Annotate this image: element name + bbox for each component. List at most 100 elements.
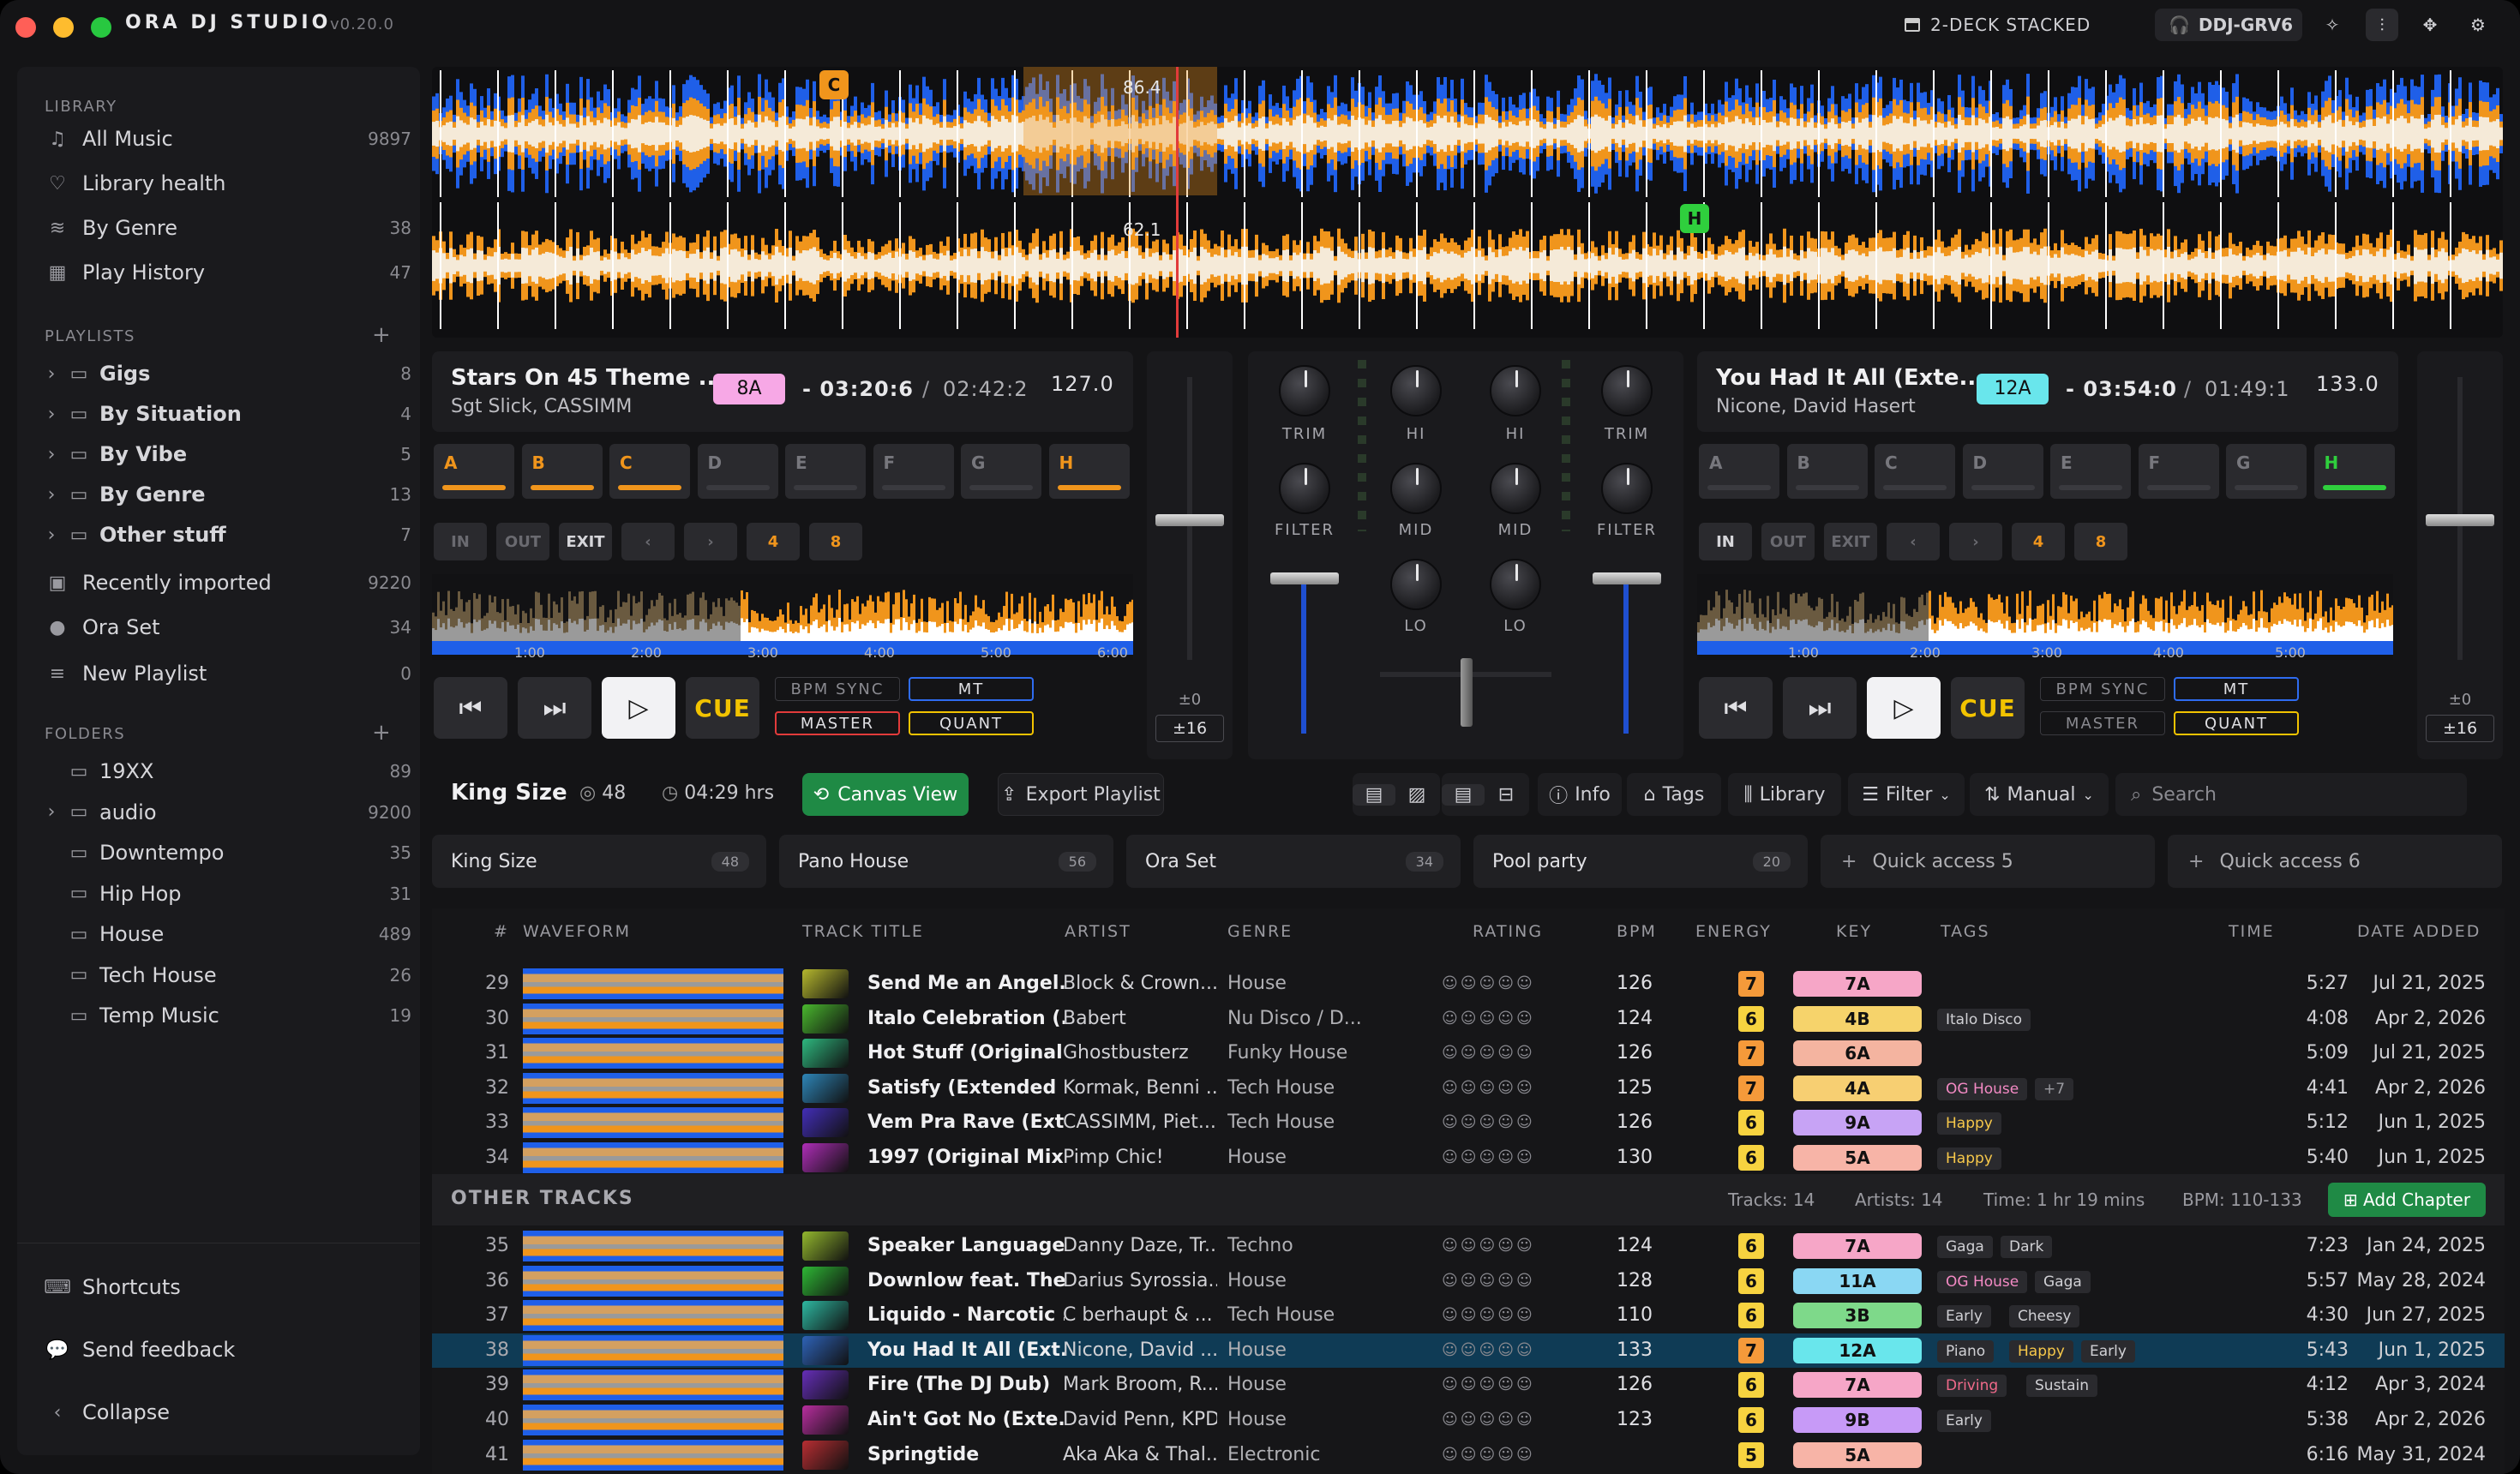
hotcue-c-button[interactable]: C bbox=[609, 444, 690, 499]
layout-selector[interactable]: 2-DECK STACKED bbox=[1894, 9, 2100, 41]
skip-forward-button[interactable]: ⏭ bbox=[1783, 677, 1857, 739]
deck-b-hi-knob[interactable] bbox=[1490, 365, 1541, 416]
chevron-right-icon[interactable]: › bbox=[43, 363, 60, 385]
crossfader[interactable] bbox=[1461, 658, 1473, 727]
waveform-canvas[interactable] bbox=[432, 67, 2503, 338]
hotcue-a-button[interactable]: A bbox=[1699, 444, 1779, 499]
hotcue-e-button[interactable]: E bbox=[785, 444, 866, 499]
hotcue-b-button[interactable]: B bbox=[1786, 444, 1868, 499]
folder-item[interactable]: ▭ 19XX 89 bbox=[43, 752, 411, 790]
loop-exit-button[interactable]: EXIT bbox=[559, 523, 612, 560]
loop-next-button[interactable]: › bbox=[1949, 523, 2002, 560]
controller-button[interactable]: 🎧 DDJ-GRV6 bbox=[2155, 9, 2302, 41]
sidebar-item-library-health[interactable]: ♡ Library health bbox=[43, 165, 411, 202]
sidebar-item-new-playlist[interactable]: ≡ New Playlist 0 bbox=[43, 655, 411, 692]
send-feedback-button[interactable]: 💬 Send feedback bbox=[43, 1331, 411, 1369]
hotcue-marker-h[interactable]: H bbox=[1680, 204, 1709, 233]
hotcue-b-button[interactable]: B bbox=[521, 444, 603, 499]
loop-prev-button[interactable]: ‹ bbox=[1887, 523, 1940, 560]
hotcue-g-button[interactable]: G bbox=[2226, 444, 2307, 499]
cue-button[interactable]: CUE bbox=[1951, 677, 2025, 739]
sparkle-icon[interactable]: ✧ bbox=[2316, 9, 2349, 41]
zoom-window-button[interactable] bbox=[91, 17, 111, 38]
folder-item[interactable]: ▭ Temp Music 19 bbox=[43, 997, 411, 1034]
folder-item[interactable]: ▭ House 489 bbox=[43, 915, 411, 953]
folder-item[interactable]: ▭ Downtempo 35 bbox=[43, 834, 411, 872]
skip-forward-button[interactable]: ⏭ bbox=[518, 677, 591, 739]
deck-a-pitch-range-button[interactable]: ±16 bbox=[1155, 715, 1224, 742]
deck-a-channel-fader[interactable] bbox=[1270, 572, 1339, 584]
playlist-folder-item[interactable]: › ▭ Gigs 8 bbox=[43, 355, 411, 392]
minimize-window-button[interactable] bbox=[53, 17, 74, 38]
hotcue-f-button[interactable]: F bbox=[2138, 444, 2219, 499]
loop-in-button[interactable]: IN bbox=[1699, 523, 1752, 560]
playlist-folder-item[interactable]: › ▭ By Genre 13 bbox=[43, 476, 411, 513]
sidebar-item-by-genre[interactable]: ≋ By Genre 38 bbox=[43, 209, 411, 247]
chevron-right-icon[interactable]: › bbox=[43, 524, 60, 546]
deck-b-pitch-fader[interactable] bbox=[2426, 514, 2494, 526]
folder-item[interactable]: ▭ Tech House 26 bbox=[43, 956, 411, 994]
loop-out-button[interactable]: OUT bbox=[1761, 523, 1815, 560]
deck-b-filter-knob[interactable] bbox=[1601, 463, 1653, 514]
deck-a-filter-knob[interactable] bbox=[1279, 463, 1330, 514]
shortcuts-button[interactable]: ⌨ Shortcuts bbox=[43, 1268, 411, 1306]
loop-8-button[interactable]: 8 bbox=[2074, 523, 2127, 560]
deck-a-mid-knob[interactable] bbox=[1390, 463, 1442, 514]
playlist-folder-item[interactable]: › ▭ Other stuff 7 bbox=[43, 516, 411, 554]
loop-out-button[interactable]: OUT bbox=[496, 523, 549, 560]
add-playlist-button[interactable]: + bbox=[372, 322, 391, 348]
sidebar-item-recently-imported[interactable]: ▣ Recently imported 9220 bbox=[43, 564, 411, 602]
chevron-right-icon[interactable]: › bbox=[43, 404, 60, 425]
cue-button[interactable]: CUE bbox=[686, 677, 759, 739]
master-tempo-button[interactable]: MT bbox=[909, 677, 1034, 701]
deck-a-trim-knob[interactable] bbox=[1279, 365, 1330, 416]
deck-a-hi-knob[interactable] bbox=[1390, 365, 1442, 416]
chevron-right-icon[interactable]: › bbox=[43, 484, 60, 506]
close-window-button[interactable] bbox=[15, 17, 36, 38]
hotcue-d-button[interactable]: D bbox=[1962, 444, 2043, 499]
hotcue-h-button[interactable]: H bbox=[2313, 444, 2395, 499]
sidebar-item-ora-set[interactable]: ● Ora Set 34 bbox=[43, 608, 411, 646]
collapse-sidebar-button[interactable]: ‹ Collapse bbox=[43, 1393, 411, 1431]
settings-gear-icon[interactable]: ⚙ bbox=[2462, 9, 2494, 41]
loop-8-button[interactable]: 8 bbox=[809, 523, 862, 560]
bpm-sync-button[interactable]: BPM SYNC bbox=[775, 677, 900, 701]
canvas-view-button[interactable]: ⟲ Canvas View bbox=[802, 773, 969, 816]
playlist-folder-item[interactable]: › ▭ By Vibe 5 bbox=[43, 435, 411, 473]
hotcue-a-button[interactable]: A bbox=[434, 444, 514, 499]
loop-in-button[interactable]: IN bbox=[434, 523, 487, 560]
loop-exit-button[interactable]: EXIT bbox=[1824, 523, 1877, 560]
skip-back-button[interactable]: ⏮ bbox=[434, 677, 507, 739]
quantize-button[interactable]: QUANT bbox=[2174, 711, 2299, 735]
folder-item[interactable]: › ▭ audio 9200 bbox=[43, 794, 411, 831]
bpm-sync-button[interactable]: BPM SYNC bbox=[2040, 677, 2165, 701]
deck-a-pitch-fader[interactable] bbox=[1155, 514, 1224, 526]
deck-b-pitch-range-button[interactable]: ±16 bbox=[2426, 715, 2494, 742]
master-button[interactable]: MASTER bbox=[2040, 711, 2165, 735]
play-button[interactable]: ▷ bbox=[602, 677, 675, 739]
hotcue-e-button[interactable]: E bbox=[2050, 444, 2131, 499]
deck-b-lo-knob[interactable] bbox=[1490, 559, 1541, 610]
folder-item[interactable]: ▭ Hip Hop 31 bbox=[43, 875, 411, 913]
chevron-right-icon[interactable]: › bbox=[43, 444, 60, 465]
move-icon[interactable]: ✥ bbox=[2414, 9, 2446, 41]
deck-b-trim-knob[interactable] bbox=[1601, 365, 1653, 416]
sidebar-item-play-history[interactable]: ▦ Play History 47 bbox=[43, 254, 411, 291]
deck-a-lo-knob[interactable] bbox=[1390, 559, 1442, 610]
stacked-waveforms[interactable]: 86.4 62.1 C H bbox=[432, 67, 2503, 338]
skip-back-button[interactable]: ⏮ bbox=[1699, 677, 1773, 739]
sidebar-item-all-music[interactable]: ♫ All Music 9897 bbox=[43, 120, 411, 158]
hotcue-d-button[interactable]: D bbox=[697, 444, 778, 499]
master-tempo-button[interactable]: MT bbox=[2174, 677, 2299, 701]
deck-b-mid-knob[interactable] bbox=[1490, 463, 1541, 514]
hotcue-c-button[interactable]: C bbox=[1875, 444, 1955, 499]
quantize-button[interactable]: QUANT bbox=[909, 711, 1034, 735]
hotcue-g-button[interactable]: G bbox=[961, 444, 1041, 499]
loop-4-button[interactable]: 4 bbox=[2012, 523, 2065, 560]
playlist-folder-item[interactable]: › ▭ By Situation 4 bbox=[43, 395, 411, 433]
loop-next-button[interactable]: › bbox=[684, 523, 737, 560]
play-button[interactable]: ▷ bbox=[1867, 677, 1941, 739]
loop-prev-button[interactable]: ‹ bbox=[621, 523, 675, 560]
master-button[interactable]: MASTER bbox=[775, 711, 900, 735]
loop-4-button[interactable]: 4 bbox=[747, 523, 800, 560]
